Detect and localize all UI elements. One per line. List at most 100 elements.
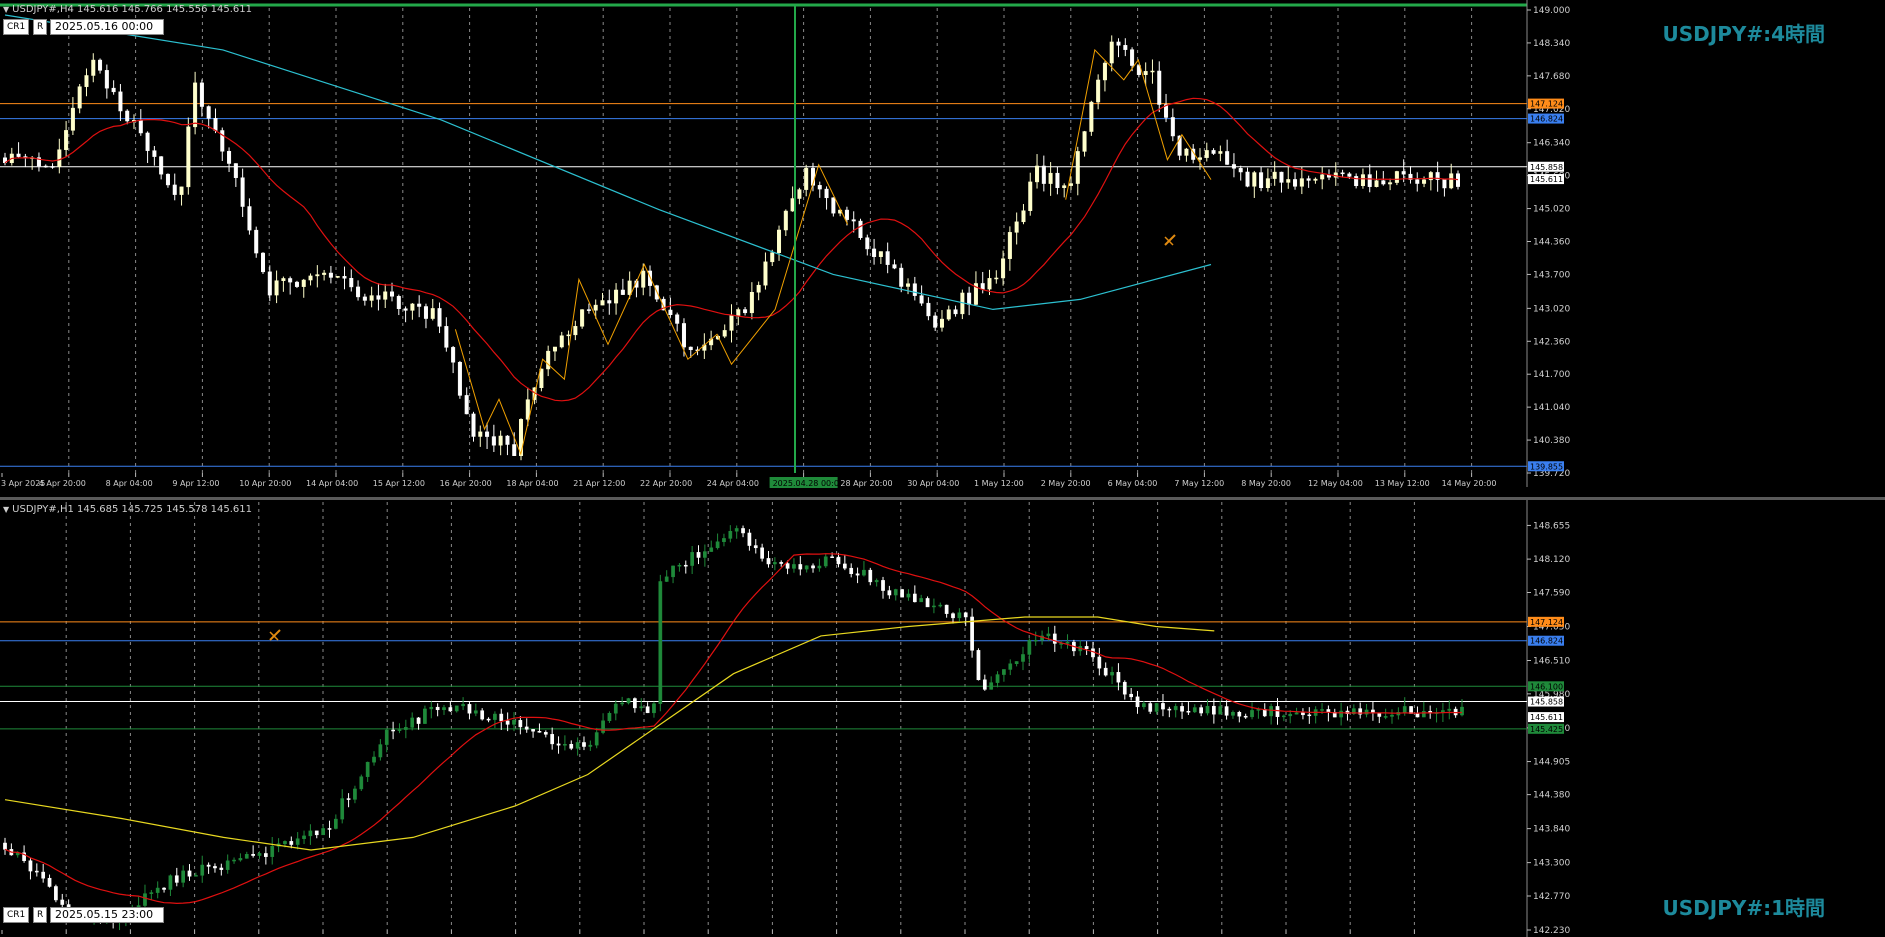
h4-candle-body — [383, 291, 388, 300]
h1-candle-body — [1129, 693, 1134, 698]
h1-candle-body — [346, 798, 351, 800]
h4-candle-body — [688, 346, 693, 351]
h1-chart-panel[interactable]: 5 May 20256 May 16:007 May 00:007 May 08… — [0, 500, 1885, 937]
collapse-triangle-icon[interactable]: ▼ — [3, 5, 9, 14]
h4-tag-cr1[interactable]: CR1 — [3, 19, 30, 35]
h4-candle-body — [756, 284, 761, 293]
h4-candle-body — [885, 251, 890, 265]
h1-candle-body — [1116, 672, 1121, 683]
h4-candle-body — [566, 334, 571, 337]
h4-candle-body — [1055, 172, 1060, 188]
h4-candle-body — [478, 431, 483, 437]
h4-price-label: 146.340 — [1533, 139, 1570, 149]
h4-candle-body — [831, 197, 836, 214]
h4-candle-body — [600, 300, 605, 306]
h4-candle-body — [593, 304, 598, 311]
h4-candle-body — [980, 283, 985, 290]
h4-chart-panel[interactable]: 3 Apr 2025 4 Apr 20:00 8 Apr 04:00 9 Apr 12… — [0, 0, 1885, 497]
h1-candle-body — [353, 788, 357, 800]
trading-terminal: 3 Apr 2025 4 Apr 20:00 8 Apr 04:00 9 Apr 12… — [0, 0, 1885, 937]
h1-candle-body — [1224, 706, 1229, 716]
h4-candle-body — [681, 323, 686, 348]
h4-candle-body — [1062, 185, 1067, 188]
h1-candle-body — [251, 854, 255, 856]
h4-candle-body — [817, 185, 822, 190]
h1-tag-cr1[interactable]: CR1 — [3, 907, 30, 923]
h4-symbol-title: USDJPY#:4時間 — [1662, 22, 1826, 46]
h4-time-label: 2 May 20:00 — [1041, 479, 1091, 488]
h1-chart-canvas[interactable]: 5 May 20256 May 16:007 May 00:007 May 08… — [0, 500, 1885, 937]
h1-candle-body — [505, 720, 510, 725]
h1-candle-body — [1275, 706, 1280, 717]
h1-candle-body — [989, 682, 994, 690]
h4-candle-body — [987, 278, 992, 290]
h1-candle-body — [569, 744, 574, 749]
h4-candle-body — [1075, 151, 1080, 184]
h4-candle-body — [491, 436, 496, 446]
h4-candle-body — [953, 309, 958, 315]
h1-candle-body — [1167, 708, 1172, 711]
h4-candle-body — [777, 229, 782, 253]
h4-candle-body — [1293, 179, 1298, 187]
h4-candle-body — [804, 167, 809, 190]
h1-tag-r[interactable]: R — [33, 907, 48, 923]
h1-candle-body — [461, 704, 465, 707]
h1-candle-body — [722, 538, 726, 543]
h4-candle-body — [1001, 258, 1006, 279]
h4-candle-body — [1360, 174, 1365, 187]
h4-candle-body — [98, 59, 103, 71]
h1-candle-body — [486, 718, 491, 721]
h4-candle-body — [1259, 172, 1264, 189]
h4-candle-body — [763, 261, 768, 286]
h1-candle-body — [378, 744, 383, 758]
h1-candle-body — [639, 706, 644, 709]
h1-candle-body — [1320, 709, 1324, 711]
h4-candle-body — [430, 308, 435, 319]
h4-candle-body — [1116, 41, 1121, 46]
h1-candle-body — [830, 556, 834, 558]
h4-candle-body — [1286, 179, 1291, 183]
h4-chart-canvas[interactable]: 3 Apr 20254 Apr 20:00 8 Apr 04:00 9 Apr 12… — [0, 0, 1885, 497]
h4-candle-body — [1218, 151, 1223, 154]
h1-candle-body — [766, 558, 771, 565]
h1-candle-body — [664, 576, 669, 582]
h4-candle-body — [1007, 232, 1012, 259]
h4-candle-body — [451, 347, 456, 363]
h1-candle-body — [410, 717, 415, 728]
h1-candle-body — [1135, 696, 1140, 708]
h4-tag-r[interactable]: R — [33, 19, 48, 35]
h1-candle-body — [397, 729, 402, 731]
h1-candle-body — [550, 734, 555, 745]
h1-candle-body — [652, 703, 656, 714]
h1-price-label: 143.840 — [1533, 825, 1570, 835]
h4-candle-body — [899, 267, 904, 287]
h4-candle-body — [586, 309, 591, 311]
h1-candle-body — [1205, 705, 1210, 714]
h1-price-label: 144.905 — [1533, 758, 1570, 768]
h4-candle-body — [213, 118, 218, 131]
h4-candle-body — [125, 110, 130, 122]
h1-candle-body — [1186, 711, 1191, 713]
h4-candle-body — [199, 82, 204, 107]
h4-candle-body — [342, 276, 347, 279]
h4-candle-body — [580, 309, 585, 327]
h1-candle-body — [842, 563, 847, 569]
h1-candle-body — [925, 598, 930, 608]
h4-time-label: 9 Apr 12:00 — [172, 479, 219, 488]
h4-candle-body — [1068, 183, 1073, 186]
h4-candle-body — [261, 252, 266, 273]
h1-candle-body — [919, 598, 924, 603]
h4-candle-body — [552, 346, 557, 352]
h1-date-box: 2025.05.15 23:00 — [50, 907, 165, 923]
h4-candle-body — [1449, 173, 1454, 189]
h1-candle-body — [874, 580, 879, 583]
h4-candle-body — [444, 326, 449, 348]
h1-candle-body — [359, 776, 364, 790]
h1-candle-body — [155, 887, 160, 893]
h1-candle-body — [295, 838, 300, 845]
h4-candle-body — [743, 309, 748, 314]
h4-candle-body — [994, 277, 999, 280]
collapse-triangle-icon[interactable]: ▼ — [3, 505, 9, 514]
h4-candle-body — [288, 278, 293, 283]
h4-price-label: 140.380 — [1533, 436, 1570, 446]
